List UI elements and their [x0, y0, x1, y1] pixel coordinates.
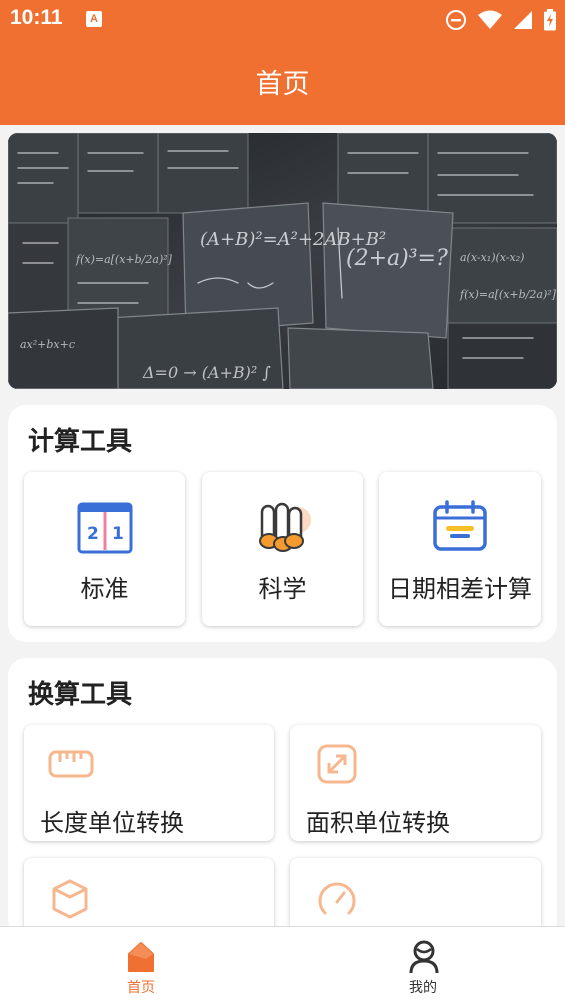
speedometer-icon: [318, 882, 356, 915]
status-bar: 10:11 A: [0, 0, 565, 40]
dnd-icon: [446, 10, 466, 30]
banner-image[interactable]: (A+B)²=A²+2AB+B² (2+a)³=? Δ=0 → (A+B)² ∫…: [8, 133, 557, 389]
app-bar: 首页: [0, 40, 565, 125]
standard-label: 标准: [80, 575, 129, 603]
nav-profile-label: 我的: [409, 980, 437, 996]
status-time: 10:11: [10, 6, 63, 29]
length-conversion-label: 长度单位转换: [40, 809, 184, 837]
nav-home-label: 首页: [127, 980, 155, 996]
science-calculator-tile[interactable]: 科学: [202, 472, 363, 626]
conversion-tools-title: 换算工具: [28, 680, 133, 710]
bottom-navigation: 首页 我的: [0, 926, 565, 1004]
svg-text:(2+a)³=?: (2+a)³=?: [346, 246, 448, 271]
page-title: 首页: [255, 69, 310, 100]
notification-badge: A: [86, 11, 102, 27]
standard-calculator-tile[interactable]: 2 1 标准: [24, 472, 185, 626]
person-icon: [409, 940, 439, 974]
svg-text:ax²+bx+c: ax²+bx+c: [20, 338, 75, 351]
wifi-icon: [478, 10, 502, 29]
svg-text:f(x)=a[(x+b/2a)²]: f(x)=a[(x+b/2a)²]: [459, 288, 557, 301]
length-conversion-tile[interactable]: 长度单位转换: [24, 725, 274, 841]
svg-text:a(x-x₁)(x-x₂): a(x-x₁)(x-x₂): [460, 251, 524, 264]
cube-icon: [52, 879, 88, 919]
home-icon: [128, 942, 154, 972]
resize-arrows-icon: [317, 744, 357, 784]
svg-text:2: 2: [87, 524, 99, 544]
calendar-icon: [433, 500, 487, 551]
nav-home[interactable]: 首页: [0, 927, 282, 1004]
conversion-tools-section: 换算工具 长度单位转换 面积单位转换: [8, 658, 557, 948]
svg-text:Δ=0 → (A+B)² ∫: Δ=0 → (A+B)² ∫: [142, 363, 271, 382]
date-diff-label: 日期相差计算: [388, 575, 532, 603]
battery-icon: [544, 9, 556, 31]
area-conversion-tile[interactable]: 面积单位转换: [290, 725, 541, 841]
chalkboard-formulas-photo: (A+B)²=A²+2AB+B² (2+a)³=? Δ=0 → (A+B)² ∫…: [8, 133, 557, 389]
nav-profile[interactable]: 我的: [282, 927, 564, 1004]
date-diff-tile[interactable]: 日期相差计算: [379, 472, 541, 626]
svg-text:f(x)=a[(x+b/2a)²]: f(x)=a[(x+b/2a)²]: [75, 253, 173, 266]
standard-calculator-icon: 2 1: [77, 502, 133, 554]
science-scrolls-icon: [259, 502, 311, 552]
signal-icon: [514, 11, 532, 29]
ruler-icon: [48, 750, 94, 778]
calc-tools-section: 计算工具 2 1 标准 科学 日期相差计算: [8, 405, 557, 642]
svg-text:1: 1: [112, 524, 124, 544]
area-conversion-label: 面积单位转换: [306, 809, 450, 837]
calc-tools-title: 计算工具: [28, 427, 133, 457]
science-label: 科学: [258, 575, 307, 603]
